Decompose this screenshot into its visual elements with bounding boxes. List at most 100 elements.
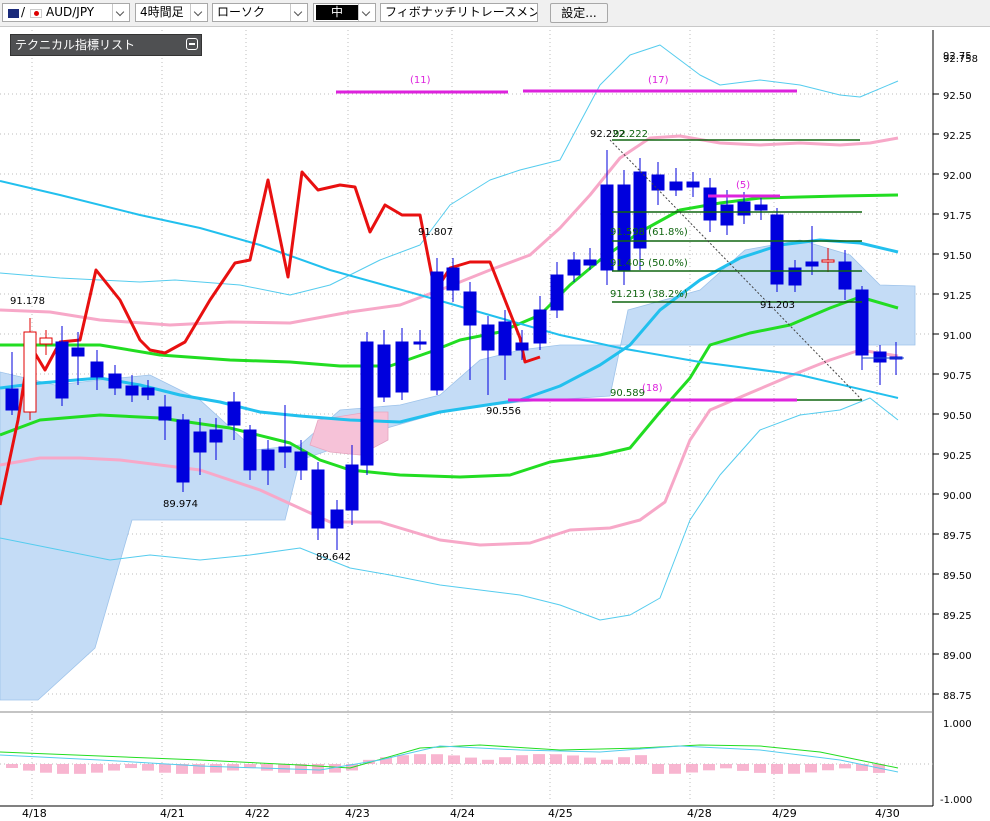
candle-bearish xyxy=(669,181,683,191)
oscillator-bar xyxy=(788,764,800,774)
candle-bearish xyxy=(838,261,852,290)
fib-label: 91.598 (61.8%) xyxy=(610,227,688,238)
oscillator-bar xyxy=(601,759,613,764)
price-annotation: 89.642 xyxy=(316,552,351,563)
candle-bearish xyxy=(703,187,717,221)
candle-bearish xyxy=(395,341,409,393)
date-label: 4/23 xyxy=(345,807,370,820)
count-label: (17) xyxy=(648,75,669,86)
candle-bullish xyxy=(23,331,37,413)
price-tick-label: 91.00 xyxy=(943,331,972,342)
oscillator-bar xyxy=(210,764,222,773)
price-tick-label: 91.75 xyxy=(943,211,972,222)
oscillator-bar xyxy=(261,764,273,771)
oscillator-bar xyxy=(91,764,103,773)
fib-annotation: 92.222 xyxy=(613,129,648,140)
date-label: 4/24 xyxy=(450,807,475,820)
candle-bearish xyxy=(651,174,665,191)
axis-top-label: 92.758 xyxy=(943,54,978,65)
japan-flag-icon xyxy=(30,9,42,18)
candle-bearish xyxy=(515,342,529,351)
oscillator-bar xyxy=(771,764,783,774)
timeframe-select[interactable]: 4時間足 xyxy=(135,3,208,22)
oscillator-bar xyxy=(822,764,834,771)
oscillator-bar xyxy=(686,764,698,773)
oscillator-bar xyxy=(516,755,528,764)
oscillator-bar xyxy=(431,754,443,764)
candle-bearish xyxy=(55,341,69,399)
settings-button[interactable]: 設定... xyxy=(550,3,608,23)
indicator-list-panel[interactable]: テクニカル指標リスト xyxy=(10,34,202,56)
price-tick-label: 89.75 xyxy=(943,531,972,542)
line-width-select[interactable]: 中 xyxy=(313,3,376,22)
count-label: (11) xyxy=(410,75,431,86)
chevron-down-icon[interactable] xyxy=(358,4,375,21)
currency-pair-label: AUD/JPY xyxy=(46,5,95,19)
candle-bearish xyxy=(430,271,444,391)
oscillator-bar xyxy=(754,764,766,773)
candle-bearish xyxy=(90,361,104,378)
candle-bearish xyxy=(446,267,460,291)
drawing-tool-label: フィボナッチリトレースメント xyxy=(385,5,538,19)
candle-bearish xyxy=(294,451,308,471)
chart-type-select[interactable]: ローソク xyxy=(212,3,308,22)
chevron-down-icon[interactable] xyxy=(112,4,129,21)
candle-bearish xyxy=(158,406,172,421)
oscillator-bar xyxy=(40,764,52,773)
drawing-tool-field[interactable]: フィボナッチリトレースメント xyxy=(380,3,538,22)
candle-bearish xyxy=(463,291,477,326)
oscillator-bar xyxy=(805,764,817,773)
price-tick-label: 89.50 xyxy=(943,571,972,582)
oscillator-bar xyxy=(652,764,664,774)
chevron-down-icon[interactable] xyxy=(290,4,307,21)
oscillator-bar xyxy=(720,764,732,769)
fib-label: 91.405 (50.0%) xyxy=(610,258,688,269)
price-tick-label: 90.50 xyxy=(943,411,972,422)
oscillator-bar xyxy=(6,764,18,768)
collapse-icon[interactable] xyxy=(186,38,198,50)
price-tick-label: 90.75 xyxy=(943,371,972,382)
candle-bearish xyxy=(770,214,784,285)
chart-type-label: ローソク xyxy=(217,5,266,19)
oscillator-bar xyxy=(125,764,137,769)
price-tick-label: 92.50 xyxy=(943,91,972,102)
candle-bearish xyxy=(193,431,207,453)
candle-bearish xyxy=(686,181,700,188)
oscillator-bar xyxy=(465,757,477,764)
candle-bearish xyxy=(108,373,122,389)
price-annotation: 91.203 xyxy=(760,300,795,311)
oscillator-bar xyxy=(414,754,426,764)
price-annotation: 91.178 xyxy=(10,296,45,307)
price-chart[interactable]: 92.75 92.758 92.50 92.25 92.00 91.75 91.… xyxy=(0,26,990,821)
price-tick-label: 91.50 xyxy=(943,251,972,262)
price-annotation: 90.556 xyxy=(486,406,521,417)
oscillator-bar xyxy=(839,764,851,769)
candle-bullish xyxy=(821,259,835,263)
price-tick-label: 88.75 xyxy=(943,691,972,702)
chevron-down-icon[interactable] xyxy=(190,4,207,21)
candle-bearish xyxy=(261,449,275,471)
date-label: 4/30 xyxy=(875,807,900,820)
fib-label: 91.213 (38.2%) xyxy=(610,289,688,300)
date-axis: 4/18 4/21 4/22 4/23 4/24 4/25 4/28 4/29 … xyxy=(22,807,900,820)
candle-bearish xyxy=(413,341,427,345)
candle-bearish xyxy=(227,401,241,426)
price-tick-label: 92.25 xyxy=(943,131,972,142)
indicator-list-title: テクニカル指標リスト xyxy=(15,38,136,52)
osc-tick-label: -1.000 xyxy=(940,795,972,806)
candle-bearish xyxy=(498,321,512,356)
oscillator-bar xyxy=(448,755,460,764)
candle-bearish xyxy=(176,419,190,483)
fib-label: 90.589 xyxy=(610,388,645,399)
oscillator-bar xyxy=(499,757,511,764)
candle-bearish xyxy=(5,388,19,411)
price-tick-label: 92.00 xyxy=(943,171,972,182)
candle-bearish xyxy=(243,429,257,471)
date-label: 4/25 xyxy=(548,807,573,820)
toolbar: / AUD/JPY 4時間足 ローソク 中 フィボナッチリトレースメント 設定.… xyxy=(0,0,990,27)
date-label: 4/28 xyxy=(687,807,712,820)
currency-pair-select[interactable]: / AUD/JPY xyxy=(2,3,130,22)
candle-bearish xyxy=(855,289,869,356)
oscillator-bar xyxy=(567,755,579,764)
date-label: 4/29 xyxy=(772,807,797,820)
